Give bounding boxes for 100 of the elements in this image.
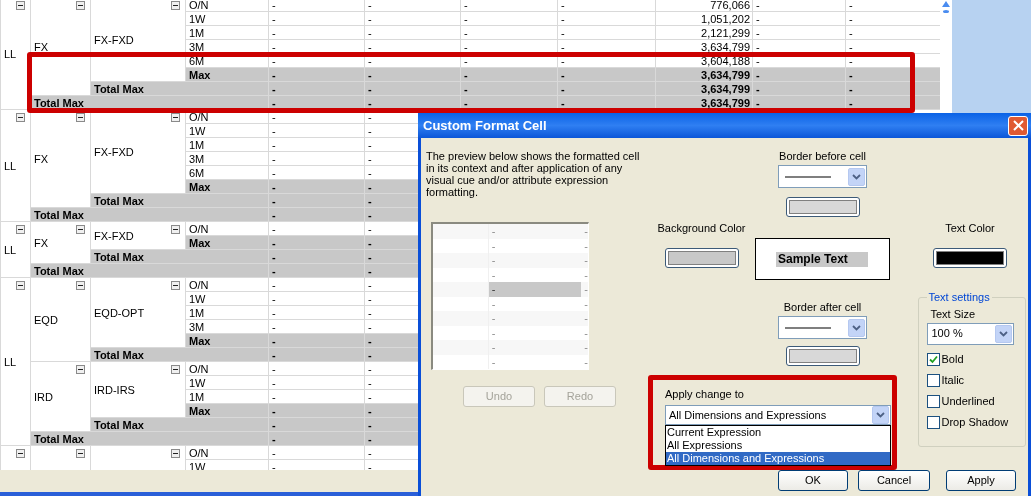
table-cell: -	[368, 264, 372, 277]
row-header: LL	[4, 243, 17, 256]
checkbox[interactable]	[926, 373, 940, 387]
close-button[interactable]	[1008, 115, 1028, 136]
text-size-dropdown[interactable]: 100 %	[926, 322, 1014, 345]
table-cell: -	[272, 348, 276, 361]
row-header: Max	[189, 180, 211, 193]
field-label: Apply change to	[665, 388, 745, 401]
collapse-icon[interactable]	[76, 113, 85, 122]
collapse-icon[interactable]	[16, 281, 25, 290]
field-label: Border before cell	[779, 150, 866, 163]
collapse-icon[interactable]	[171, 365, 180, 374]
row-header: Max	[189, 334, 211, 347]
collapse-icon[interactable]	[171, 225, 180, 234]
table-cell: -	[368, 334, 372, 347]
table-cell: -	[849, 40, 853, 53]
table-cell: -	[561, 82, 565, 95]
collapse-icon[interactable]	[171, 113, 180, 122]
table-cell: -	[464, 96, 468, 109]
scroll-thumb-icon[interactable]	[943, 10, 949, 13]
table-cell: 1,051,202	[701, 12, 750, 25]
collapse-icon[interactable]	[76, 225, 85, 234]
row-header: FX	[34, 40, 49, 53]
row-header: 1W	[189, 460, 206, 470]
table-cell: -	[368, 404, 372, 417]
collapse-icon[interactable]	[76, 1, 85, 10]
field-label: Border after cell	[783, 301, 862, 314]
table-cell: 3,634,799	[701, 96, 750, 109]
row-header: 1M	[189, 138, 205, 151]
checkbox[interactable]	[926, 394, 940, 408]
collapse-icon[interactable]	[76, 281, 85, 290]
description-text: The preview below shows the formatted cell in its context and after application of any visual cue and/or attribute expression formatting.	[426, 150, 641, 198]
dropdown-option[interactable]: Current Expression	[666, 426, 890, 439]
preview-cell-text: -	[583, 253, 588, 268]
collapse-icon[interactable]	[16, 449, 25, 458]
color-swatch-button[interactable]	[785, 197, 860, 217]
table-cell: -	[368, 96, 372, 109]
table-cell: -	[272, 26, 276, 39]
dialog-button[interactable]: OK	[778, 470, 848, 491]
row-header: Max	[189, 404, 211, 417]
field-label: Text Size	[930, 307, 977, 321]
color-swatch-button[interactable]	[933, 248, 1007, 268]
table-cell: -	[272, 432, 276, 445]
table-cell: -	[272, 166, 276, 179]
row-header: O/N	[189, 278, 209, 291]
table-cell: -	[756, 12, 760, 25]
table-cell: -	[368, 250, 372, 263]
checkbox-label[interactable]: Italic	[941, 373, 965, 387]
field-label: Text Color	[945, 222, 995, 235]
table-cell: -	[368, 82, 372, 95]
row-header: EQD-OPT	[94, 306, 145, 319]
total-row-label: Total Max	[94, 418, 144, 431]
color-swatch-button[interactable]	[664, 248, 739, 268]
table-cell: -	[368, 390, 372, 403]
table-cell: -	[561, 40, 565, 53]
table-cell: -	[756, 0, 760, 11]
table-cell: -	[272, 194, 276, 207]
table-cell: -	[368, 362, 372, 375]
collapse-icon[interactable]	[171, 1, 180, 10]
table-cell: -	[272, 362, 276, 375]
total-row-label: Total Max	[34, 208, 84, 221]
checkbox-label[interactable]: Drop Shadow	[941, 415, 1009, 429]
table-cell: -	[756, 40, 760, 53]
close-icon	[1012, 120, 1024, 131]
table-cell: -	[368, 40, 372, 53]
border-style-dropdown[interactable]	[778, 165, 867, 188]
collapse-icon[interactable]	[16, 1, 25, 10]
border-style-dropdown[interactable]	[778, 316, 867, 339]
group-title: Text settings	[927, 290, 991, 305]
dialog-button[interactable]: Cancel	[858, 470, 930, 491]
table-cell: -	[849, 96, 853, 109]
collapse-icon[interactable]	[171, 449, 180, 458]
dialog-button[interactable]: Apply	[946, 470, 1016, 491]
table-cell: -	[368, 152, 372, 165]
window-title: Custom Format Cell	[422, 116, 547, 135]
table-cell: -	[272, 68, 276, 81]
apply-change-dropdown[interactable]: All Dimensions and Expressions	[665, 405, 891, 425]
color-swatch-button[interactable]	[785, 346, 860, 366]
scroll-up-icon[interactable]	[942, 1, 950, 7]
table-cell: -	[756, 82, 760, 95]
table-cell: -	[464, 0, 468, 11]
checkbox[interactable]	[926, 415, 940, 429]
checkbox-label[interactable]: Bold	[941, 352, 964, 366]
total-row-label: Total Max	[34, 432, 84, 445]
checkbox[interactable]	[926, 352, 940, 366]
table-cell: -	[464, 26, 468, 39]
preview-cell-text: -	[583, 267, 588, 282]
table-cell: -	[368, 446, 372, 459]
row-header: 6M	[189, 166, 205, 179]
collapse-icon[interactable]	[16, 225, 25, 234]
collapse-icon[interactable]	[76, 449, 85, 458]
dropdown-option[interactable]: All Expressions	[666, 439, 890, 452]
collapse-icon[interactable]	[171, 281, 180, 290]
total-row-label: Total Max	[94, 250, 144, 263]
dropdown-option[interactable]: All Dimensions and Expressions	[666, 452, 890, 465]
collapse-icon[interactable]	[16, 113, 25, 122]
total-row-label: Total Max	[34, 264, 84, 277]
checkbox-label[interactable]: Underlined	[941, 394, 995, 408]
collapse-icon[interactable]	[76, 365, 85, 374]
table-cell: -	[464, 54, 468, 67]
